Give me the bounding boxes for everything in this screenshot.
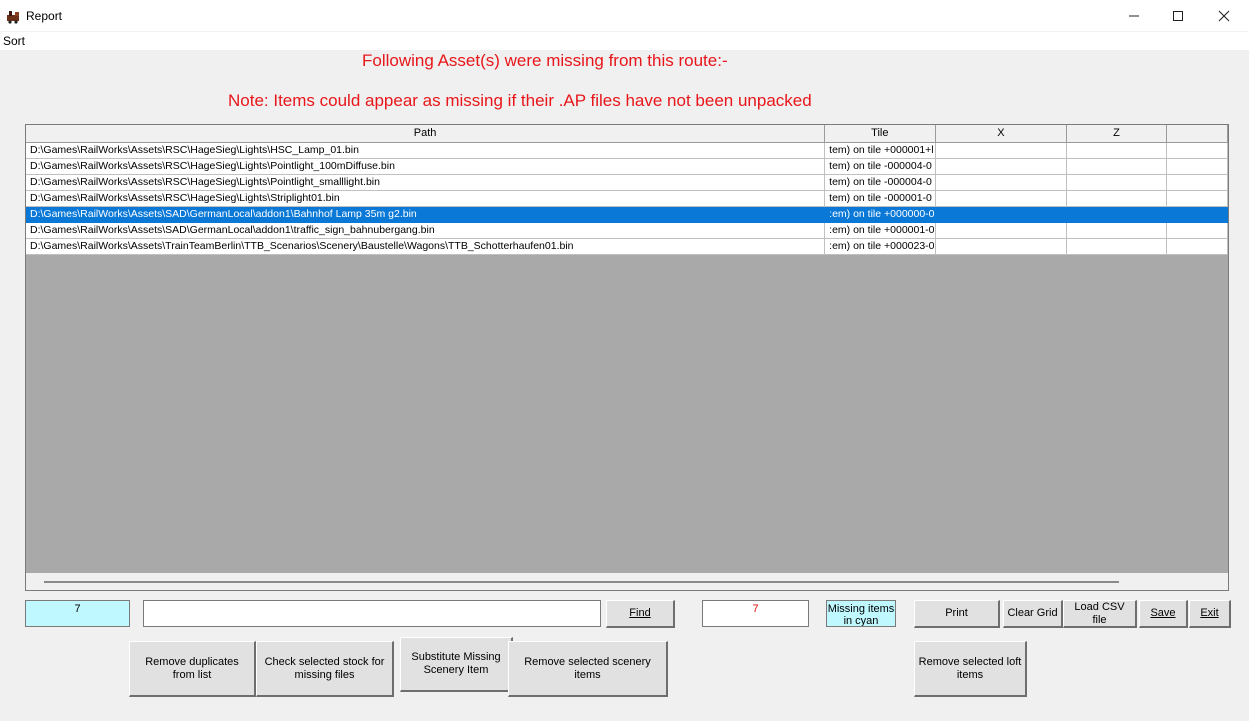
cell-z[interactable] (1066, 238, 1167, 255)
horizontal-scrollbar[interactable] (26, 573, 1228, 590)
find-button-label: Find (629, 607, 651, 619)
cell-z[interactable] (1066, 190, 1167, 207)
cyan-legend: Missing items in cyan (826, 600, 896, 627)
table-row-selected[interactable]: D:\Games\RailWorks\Assets\SAD\GermanLoca… (26, 206, 1228, 223)
clear-grid-button[interactable]: Clear Grid (1003, 600, 1063, 628)
cell-x[interactable] (935, 206, 1068, 223)
cell-tile[interactable]: tem) on tile +000001+l (824, 142, 936, 159)
remove-loft-button[interactable]: Remove selected loft items (914, 641, 1027, 697)
cell-extra[interactable] (1166, 222, 1228, 239)
print-button[interactable]: Print (914, 600, 1000, 628)
remove-scenery-button[interactable]: Remove selected scenery items (508, 641, 668, 697)
cell-x[interactable] (935, 142, 1068, 159)
scrollbar-thumb[interactable] (44, 581, 1119, 583)
find-input[interactable] (143, 600, 601, 627)
minimize-icon (1129, 15, 1139, 17)
menu-sort[interactable]: Sort (3, 34, 25, 48)
remove-duplicates-label: Remove duplicates from list (145, 655, 239, 681)
find-button[interactable]: Find (606, 600, 675, 628)
missing-count-display: 7 (25, 600, 130, 627)
cell-path[interactable]: D:\Games\RailWorks\Assets\RSC\HageSieg\L… (26, 158, 826, 175)
table-row[interactable]: D:\Games\RailWorks\Assets\RSC\HageSieg\L… (26, 158, 1228, 175)
missing-assets-heading: Following Asset(s) were missing from thi… (362, 51, 728, 70)
cell-extra[interactable] (1166, 158, 1228, 175)
save-label: Save (1150, 607, 1176, 619)
cell-extra[interactable] (1166, 142, 1228, 159)
header-row: Path Tile X Z (26, 125, 1228, 143)
cell-path[interactable]: D:\Games\RailWorks\Assets\RSC\HageSieg\L… (26, 142, 826, 159)
cell-x[interactable] (935, 222, 1068, 239)
load-csv-label: Load CSV file (1074, 600, 1125, 626)
cell-path[interactable]: D:\Games\RailWorks\Assets\TrainTeamBerli… (26, 238, 826, 255)
cell-z[interactable] (1066, 174, 1167, 191)
substitute-scenery-label: Substitute Missing Scenery Item (411, 651, 501, 676)
cell-x[interactable] (935, 158, 1068, 175)
cell-tile[interactable]: :em) on tile +000001-0 (824, 222, 936, 239)
close-button[interactable] (1201, 0, 1247, 32)
table-row[interactable]: D:\Games\RailWorks\Assets\SAD\GermanLoca… (26, 222, 1228, 239)
minimize-button[interactable] (1111, 0, 1157, 32)
cell-z[interactable] (1066, 158, 1167, 175)
cell-tile[interactable]: tem) on tile -000004-0 (824, 158, 936, 175)
cell-x[interactable] (935, 190, 1068, 207)
column-header-x[interactable]: X (935, 125, 1068, 143)
column-header-path[interactable]: Path (26, 125, 826, 143)
cell-tile[interactable]: :em) on tile +000023-0 (824, 238, 936, 255)
clear-grid-label: Clear Grid (1007, 607, 1058, 619)
column-header-extra[interactable] (1166, 125, 1228, 143)
cell-path[interactable]: D:\Games\RailWorks\Assets\RSC\HageSieg\L… (26, 174, 826, 191)
remove-scenery-label: Remove selected scenery items (524, 655, 651, 681)
cell-extra[interactable] (1166, 190, 1228, 207)
cell-z[interactable] (1066, 222, 1167, 239)
cell-tile[interactable]: tem) on tile -000001-0 (824, 190, 936, 207)
maximize-icon (1173, 11, 1183, 21)
check-stock-button[interactable]: Check selected stock for missing files (256, 641, 394, 697)
found-count-display: 7 (702, 600, 809, 627)
cell-extra[interactable] (1166, 238, 1228, 255)
unpack-note-heading: Note: Items could appear as missing if t… (228, 91, 812, 110)
maximize-button[interactable] (1155, 0, 1201, 32)
assets-table: Path Tile X Z D:\Games\RailWorks\Assets\… (26, 125, 1228, 255)
exit-label: Exit (1200, 607, 1219, 619)
table-row[interactable]: D:\Games\RailWorks\Assets\RSC\HageSieg\L… (26, 174, 1228, 191)
load-csv-button[interactable]: Load CSV file (1063, 600, 1137, 628)
substitute-scenery-button[interactable]: Substitute Missing Scenery Item (400, 637, 513, 692)
table-row[interactable]: D:\Games\RailWorks\Assets\RSC\HageSieg\L… (26, 190, 1228, 207)
cell-x[interactable] (935, 238, 1068, 255)
cell-path[interactable]: D:\Games\RailWorks\Assets\SAD\GermanLoca… (26, 206, 826, 223)
cell-z[interactable] (1066, 142, 1167, 159)
close-icon (1218, 10, 1230, 22)
cell-tile[interactable]: tem) on tile -000004-0 (824, 174, 936, 191)
remove-loft-label: Remove selected loft items (918, 655, 1022, 681)
column-header-tile[interactable]: Tile (824, 125, 936, 143)
check-stock-label: Check selected stock for missing files (264, 655, 385, 681)
menu-bar: Sort (0, 32, 1249, 50)
cell-extra[interactable] (1166, 206, 1228, 223)
locomotive-icon (7, 11, 19, 24)
cell-tile[interactable]: :em) on tile +000000-0 (824, 206, 936, 223)
print-label: Print (945, 607, 968, 619)
window-title: Report (26, 9, 63, 23)
table-row[interactable]: D:\Games\RailWorks\Assets\TrainTeamBerli… (26, 238, 1228, 255)
cell-path[interactable]: D:\Games\RailWorks\Assets\SAD\GermanLoca… (26, 222, 826, 239)
exit-button[interactable]: Exit (1189, 600, 1231, 628)
cell-z[interactable] (1066, 206, 1167, 223)
title-bar: Report (0, 0, 1249, 32)
remove-duplicates-button[interactable]: Remove duplicates from list (129, 641, 256, 697)
column-header-z[interactable]: Z (1066, 125, 1167, 143)
cell-extra[interactable] (1166, 174, 1228, 191)
cell-x[interactable] (935, 174, 1068, 191)
cell-path[interactable]: D:\Games\RailWorks\Assets\RSC\HageSieg\L… (26, 190, 826, 207)
table-row[interactable]: D:\Games\RailWorks\Assets\RSC\HageSieg\L… (26, 142, 1228, 159)
save-button[interactable]: Save (1139, 600, 1188, 628)
missing-assets-grid[interactable]: Path Tile X Z D:\Games\RailWorks\Assets\… (25, 124, 1229, 591)
